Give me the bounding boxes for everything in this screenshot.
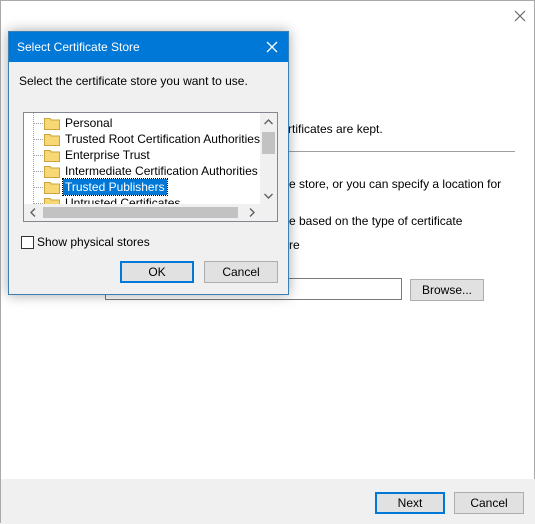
close-icon [514,10,526,22]
tree-item-label-selected: Trusted Publishers [62,178,168,196]
folder-icon [44,116,60,130]
dialog-close-button[interactable] [262,37,282,57]
checkbox-label[interactable]: Show physical stores [37,235,150,249]
tree-item-label: Enterprise Trust [65,148,150,162]
scrollbar-corner [260,204,277,221]
scroll-down-arrow-icon[interactable] [260,187,277,204]
vertical-scroll-thumb[interactable] [262,132,275,154]
tree-item-personal[interactable]: Personal [24,115,260,131]
scroll-up-arrow-icon[interactable] [260,113,277,130]
dialog-titlebar[interactable]: Select Certificate Store [9,32,288,62]
wizard-text-store: e store, or you can specify a location f… [289,177,502,191]
tree-item-trusted-root[interactable]: Trusted Root Certification Authorities [24,131,260,147]
scroll-right-arrow-icon[interactable] [243,204,260,221]
wizard-cancel-button[interactable]: Cancel [454,492,524,514]
folder-icon [44,148,60,162]
ok-button[interactable]: OK [120,261,194,283]
tree-item-trusted-publishers[interactable]: Trusted Publishers [24,178,260,196]
folder-icon [44,164,60,178]
select-certificate-store-dialog: Select Certificate Store Select the cert… [8,31,289,295]
dialog-title: Select Certificate Store [17,40,140,54]
next-button[interactable]: Next [375,492,445,514]
tree-item-intermediate[interactable]: Intermediate Certification Authorities [24,163,260,179]
wizard-text-re: re [289,238,300,252]
horizontal-scroll-thumb[interactable] [43,207,238,218]
folder-icon [44,132,60,146]
tree-item-enterprise-trust[interactable]: Enterprise Trust [24,147,260,163]
folder-icon [44,180,60,194]
browse-button[interactable]: Browse... [410,279,484,301]
wizard-text-based: e based on the type of certificate [289,214,463,228]
checkbox-box[interactable] [21,235,34,249]
wizard-close-button[interactable] [510,6,530,26]
certificate-store-tree[interactable]: Personal Trusted Root Certification Auth… [23,112,278,222]
horizontal-scrollbar[interactable] [24,204,260,221]
tree-item-label: Trusted Root Certification Authorities [65,132,260,146]
dialog-prompt: Select the certificate store you want to… [19,74,248,88]
close-icon [266,41,278,53]
show-physical-stores-checkbox[interactable]: Show physical stores [21,235,150,249]
wizard-text-kept: rtificates are kept. [288,122,383,136]
tree-item-label: Intermediate Certification Authorities [65,164,258,178]
vertical-scrollbar[interactable] [260,113,277,204]
dialog-cancel-button[interactable]: Cancel [204,261,278,283]
tree-item-label: Personal [65,116,113,130]
scroll-left-arrow-icon[interactable] [24,204,41,221]
